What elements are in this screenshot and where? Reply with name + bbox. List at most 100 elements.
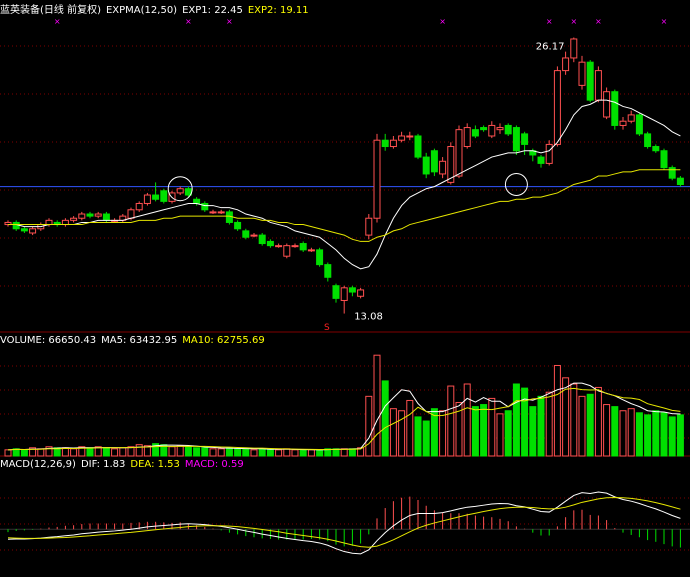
macd-panel-header: MACD(12,26,9) DIF: 1.83 DEA: 1.53 MACD: 0.5… — [0, 458, 249, 472]
volume-bar-61 — [496, 413, 504, 457]
volume-bar-80 — [652, 410, 660, 457]
volume-bar-9 — [70, 448, 78, 457]
candle-body-56 — [455, 129, 463, 177]
volume-bar-30 — [242, 448, 250, 457]
candle-body-81 — [660, 150, 668, 169]
magenta-marker-6: × — [570, 17, 577, 26]
candle-body-76 — [619, 120, 627, 126]
candle-body-51 — [414, 135, 422, 158]
candle-body-37 — [299, 243, 307, 251]
volume-bar-43 — [348, 448, 356, 457]
volume-bar-65 — [529, 406, 537, 457]
volume-bar-54 — [439, 410, 447, 457]
volume-bar-31 — [250, 449, 258, 457]
volume-bar-42 — [340, 448, 348, 457]
volume-bar-62 — [504, 410, 512, 457]
volume-bar-66 — [537, 395, 545, 457]
volume-bar-33 — [266, 449, 274, 457]
stock-name-label: 蓝英装备(日线 前复权) — [0, 5, 101, 16]
volume-bar-77 — [627, 408, 635, 457]
candle-body-6 — [45, 219, 53, 226]
candle-body-68 — [553, 70, 561, 145]
candle-body-50 — [406, 135, 414, 138]
candle-body-71 — [578, 61, 586, 86]
candle-body-32 — [258, 234, 266, 245]
volume-bar-21 — [168, 446, 176, 457]
candle-body-40 — [324, 264, 332, 278]
candle-body-30 — [242, 230, 250, 238]
volume-bar-51 — [414, 416, 422, 457]
candle-body-74 — [603, 91, 611, 118]
candle-body-12 — [94, 213, 102, 217]
candle-body-49 — [398, 135, 406, 141]
volume-bar-22 — [176, 445, 184, 457]
candle-body-19 — [152, 194, 160, 200]
candle-body-54 — [439, 160, 447, 175]
volume-value-label: VOLUME: 66650.43 — [0, 335, 97, 346]
candle-body-43 — [348, 287, 356, 293]
volume-bar-58 — [471, 406, 479, 457]
candle-body-61 — [496, 127, 504, 131]
candle-body-64 — [521, 133, 529, 145]
volume-bar-82 — [668, 416, 676, 457]
volume-bar-15 — [119, 447, 127, 457]
candle-body-60 — [488, 124, 496, 137]
volume-bar-50 — [406, 399, 414, 457]
candle-body-11 — [86, 213, 94, 217]
stock-chart[interactable]: × × × × × × × × 26.17 13.08 S — [0, 0, 690, 577]
exp2-line — [8, 169, 681, 242]
candle-body-13 — [102, 213, 110, 221]
volume-bar-71 — [578, 395, 586, 457]
volume-bar-28 — [225, 447, 233, 457]
candle-body-38 — [307, 249, 315, 252]
volume-bar-17 — [135, 444, 143, 457]
volume-bar-73 — [594, 386, 602, 457]
annotation-circle-2 — [504, 172, 528, 196]
magenta-marker-4: × — [439, 17, 446, 26]
candle-body-48 — [389, 139, 397, 148]
volume-bar-26 — [209, 448, 217, 457]
volume-bar-37 — [299, 449, 307, 457]
candle-body-22 — [176, 188, 184, 194]
volume-bar-63 — [512, 383, 520, 457]
volume-bar-38 — [307, 449, 315, 457]
candle-body-4 — [29, 228, 37, 234]
high-price-label: 26.17 — [536, 42, 565, 53]
volume-bar-13 — [102, 447, 110, 457]
ma10-label: MA10: 62755.69 — [182, 335, 265, 346]
price-panel-header: 蓝英装备(日线 前复权) EXPMA(12,50) EXP1: 22.45 EXP2:… — [0, 4, 314, 18]
candle-body-41 — [332, 285, 340, 299]
exp1-line — [8, 99, 681, 270]
volume-bar-48 — [389, 408, 397, 457]
candle-body-77 — [627, 114, 635, 122]
volume-bar-74 — [603, 404, 611, 457]
magenta-marker-8: × — [661, 17, 668, 26]
macd-value-label: MACD: 0.59 — [184, 459, 244, 470]
candle-body-34 — [275, 245, 283, 248]
volume-bar-81 — [660, 412, 668, 457]
candle-body-33 — [266, 240, 274, 247]
candle-body-80 — [652, 146, 660, 152]
volume-bar-55 — [447, 385, 455, 457]
magenta-marker-1: × — [54, 17, 61, 26]
volume-bar-25 — [201, 447, 209, 457]
exp2-label: EXP2: 19.11 — [247, 5, 309, 16]
candle-body-9 — [70, 217, 78, 221]
volume-bar-14 — [111, 448, 119, 457]
volume-bar-67 — [545, 391, 553, 457]
volume-bar-72 — [586, 393, 594, 457]
volume-bar-39 — [316, 449, 324, 457]
volume-bar-45 — [365, 395, 373, 457]
candle-body-39 — [316, 249, 324, 266]
volume-bar-52 — [422, 420, 430, 457]
volume-bar-1 — [4, 449, 12, 457]
candle-body-57 — [463, 127, 471, 148]
volume-bar-79 — [644, 414, 652, 457]
candle-body-73 — [594, 70, 602, 101]
candle-body-66 — [537, 156, 545, 164]
candle-body-82 — [668, 167, 676, 179]
candle-body-83 — [676, 177, 684, 185]
exp1-label: EXP1: 22.45 — [182, 5, 243, 16]
volume-bar-5 — [37, 448, 45, 457]
volume-bar-76 — [619, 410, 627, 457]
